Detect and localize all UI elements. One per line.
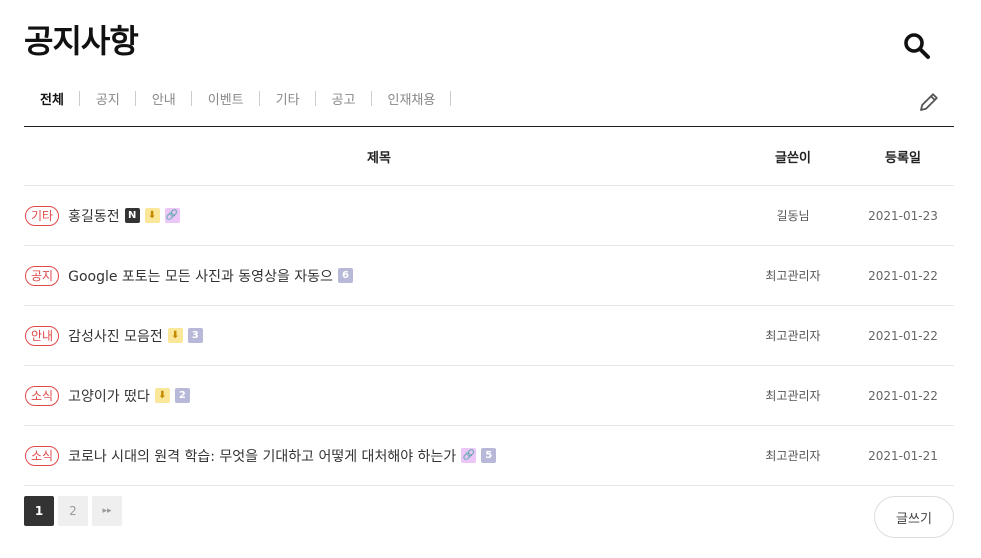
category-badge[interactable]: 소식 <box>25 385 60 406</box>
table-row[interactable]: 안내 감성사진 모음전 ⬇ 3 최고관리자 2021-01-22 <box>24 306 954 366</box>
row-date: 2021-01-22 <box>868 388 938 403</box>
row-writer: 최고관리자 <box>765 329 821 343</box>
table-row[interactable]: 소식 고양이가 떴다 ⬇ 2 최고관리자 2021-01-22 <box>24 366 954 426</box>
table-body: 기타 홍길동전 N ⬇ 🔗 길동님 2021-01-23 공지 Google 포토는 모든 사진… <box>24 186 954 486</box>
post-subject-link[interactable]: Google 포토는 모든 사진과 동영상을 자동으 <box>68 266 333 286</box>
write-button[interactable]: 글쓰기 <box>874 496 954 538</box>
new-badge: N <box>124 208 140 223</box>
row-date: 2021-01-23 <box>868 208 938 223</box>
comment-count-badge: 6 <box>337 268 353 283</box>
link-icon: 🔗 <box>461 448 477 463</box>
comment-count-badge: 3 <box>187 328 203 343</box>
next-pages-icon[interactable]: ▸▸ <box>92 496 122 526</box>
page-2-button[interactable]: 2 <box>58 496 88 526</box>
table-row[interactable]: 공지 Google 포토는 모든 사진과 동영상을 자동으 6 최고관리자 2021-0… <box>24 246 954 306</box>
page-title: 공지사항 <box>24 22 139 60</box>
category-badge[interactable]: 소식 <box>25 445 60 466</box>
search-button[interactable] <box>902 31 932 61</box>
tab-2[interactable]: 안내 <box>136 89 192 108</box>
table-row[interactable]: 기타 홍길동전 N ⬇ 🔗 길동님 2021-01-23 <box>24 186 954 246</box>
table-row[interactable]: 소식 코로나 시대의 원격 학습: 무엇을 기대하고 어떻게 대처해야 하는가 🔗 5… <box>24 426 954 486</box>
tab-1[interactable]: 공지 <box>80 89 136 108</box>
tab-3[interactable]: 이벤트 <box>192 89 260 108</box>
download-icon: ⬇ <box>144 208 160 223</box>
pencil-icon <box>920 93 938 111</box>
category-badge[interactable]: 기타 <box>25 205 60 226</box>
page-1-button[interactable]: 1 <box>24 496 54 526</box>
row-date: 2021-01-21 <box>868 448 938 463</box>
row-title-cell: 소식 코로나 시대의 원격 학습: 무엇을 기대하고 어떻게 대처해야 하는가 🔗 5 <box>24 445 734 466</box>
category-badge[interactable]: 안내 <box>25 325 60 346</box>
post-subject-link[interactable]: 홍길동전 <box>68 206 120 226</box>
row-title-cell: 소식 고양이가 떴다 ⬇ 2 <box>24 385 734 406</box>
category-tabs: 전체 공지 안내 이벤트 기타 공고 인재채용 <box>24 86 452 110</box>
category-badge[interactable]: 공지 <box>25 265 60 286</box>
row-title-cell: 공지 Google 포토는 모든 사진과 동영상을 자동으 6 <box>24 265 734 286</box>
download-icon: ⬇ <box>167 328 183 343</box>
pagination: 1 2 ▸▸ <box>24 496 126 526</box>
row-writer: 최고관리자 <box>765 269 821 283</box>
row-date: 2021-01-22 <box>868 268 938 283</box>
search-icon <box>904 33 930 59</box>
link-icon: 🔗 <box>164 208 180 223</box>
table-header: 제목 글쓴이 등록일 <box>24 127 954 186</box>
row-writer: 최고관리자 <box>765 389 821 403</box>
write-icon-button[interactable] <box>917 90 941 114</box>
post-subject-link[interactable]: 고양이가 떴다 <box>68 386 150 406</box>
tab-4[interactable]: 기타 <box>260 89 316 108</box>
tab-6[interactable]: 인재채용 <box>372 89 452 108</box>
download-icon: ⬇ <box>154 388 170 403</box>
row-writer: 길동님 <box>776 209 810 223</box>
notice-table: 제목 글쓴이 등록일 기타 홍길동전 N ⬇ 🔗 길동님 2021-01-23 공지 Googl… <box>24 126 954 486</box>
header-writer: 글쓴이 <box>775 150 811 166</box>
tab-5[interactable]: 공고 <box>316 89 372 108</box>
post-subject-link[interactable]: 감성사진 모음전 <box>68 326 163 346</box>
row-writer: 최고관리자 <box>765 449 821 463</box>
tab-0[interactable]: 전체 <box>24 89 80 108</box>
row-date: 2021-01-22 <box>868 328 938 343</box>
post-subject-link[interactable]: 코로나 시대의 원격 학습: 무엇을 기대하고 어떻게 대처해야 하는가 <box>68 446 456 466</box>
header-title: 제목 <box>367 150 391 166</box>
comment-count-badge: 5 <box>481 448 497 463</box>
row-title-cell: 안내 감성사진 모음전 ⬇ 3 <box>24 325 734 346</box>
header-date: 등록일 <box>885 150 921 166</box>
comment-count-badge: 2 <box>174 388 190 403</box>
row-title-cell: 기타 홍길동전 N ⬇ 🔗 <box>24 205 734 226</box>
